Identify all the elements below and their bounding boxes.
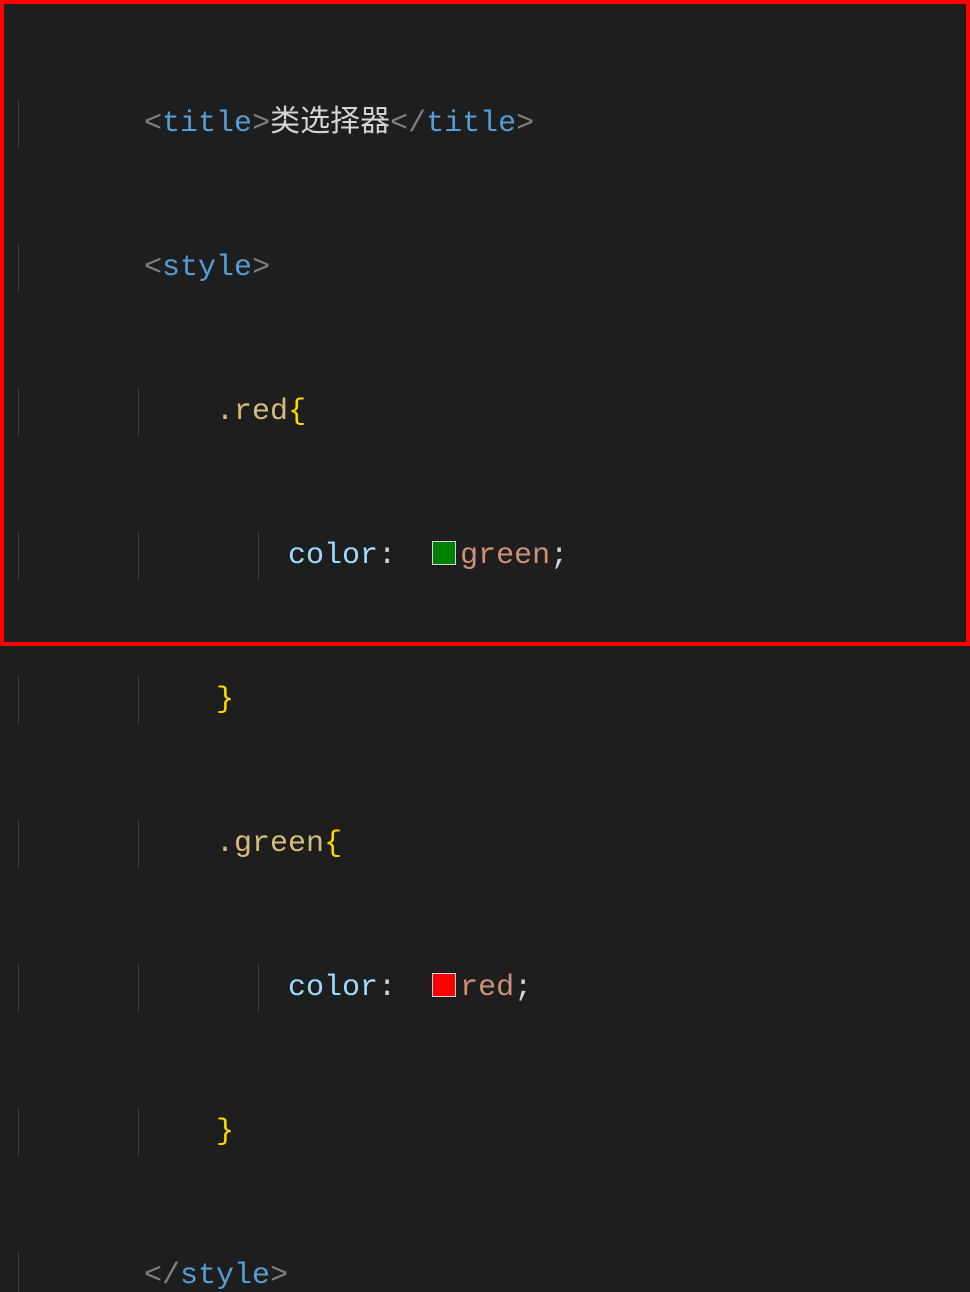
html-tag: style xyxy=(180,1259,270,1292)
css-selector: .green xyxy=(216,827,324,861)
css-value: red xyxy=(460,971,514,1005)
html-tag: title xyxy=(162,107,252,141)
css-semicolon: ; xyxy=(514,971,532,1005)
code-line: .green{ xyxy=(4,820,966,868)
css-property: color xyxy=(288,971,378,1005)
code-editor[interactable]: <title>类选择器</title> <style> .red{ color:… xyxy=(0,0,970,646)
css-selector: .red xyxy=(216,395,288,429)
html-tag: title xyxy=(426,107,516,141)
css-colon: : xyxy=(378,971,414,1005)
code-line: <style> xyxy=(4,244,966,292)
css-property: color xyxy=(288,539,378,573)
angle-bracket: > xyxy=(270,1259,288,1292)
css-semicolon: ; xyxy=(550,539,568,573)
angle-bracket: > xyxy=(516,107,534,141)
code-line: } xyxy=(4,676,966,724)
code-line: .red{ xyxy=(4,388,966,436)
code-line: color: green; xyxy=(4,532,966,580)
code-block: <title>类选择器</title> <style> .red{ color:… xyxy=(4,4,966,1292)
css-brace: { xyxy=(288,395,306,429)
color-swatch-icon[interactable] xyxy=(432,541,456,565)
color-swatch-icon[interactable] xyxy=(432,973,456,997)
code-line: } xyxy=(4,1108,966,1156)
css-brace: } xyxy=(216,1115,234,1149)
css-brace: { xyxy=(324,827,342,861)
angle-bracket: </ xyxy=(390,107,426,141)
css-colon: : xyxy=(378,539,414,573)
code-line: color: red; xyxy=(4,964,966,1012)
angle-bracket: > xyxy=(252,251,270,285)
angle-bracket: < xyxy=(144,107,162,141)
angle-bracket: > xyxy=(252,107,270,141)
code-line: </style> xyxy=(4,1252,966,1292)
text-content: 类选择器 xyxy=(270,107,390,141)
angle-bracket: < xyxy=(144,251,162,285)
css-brace: } xyxy=(216,683,234,717)
html-tag: style xyxy=(162,251,252,285)
angle-bracket: </ xyxy=(144,1259,180,1292)
css-value: green xyxy=(460,539,550,573)
code-line: <title>类选择器</title> xyxy=(4,100,966,148)
